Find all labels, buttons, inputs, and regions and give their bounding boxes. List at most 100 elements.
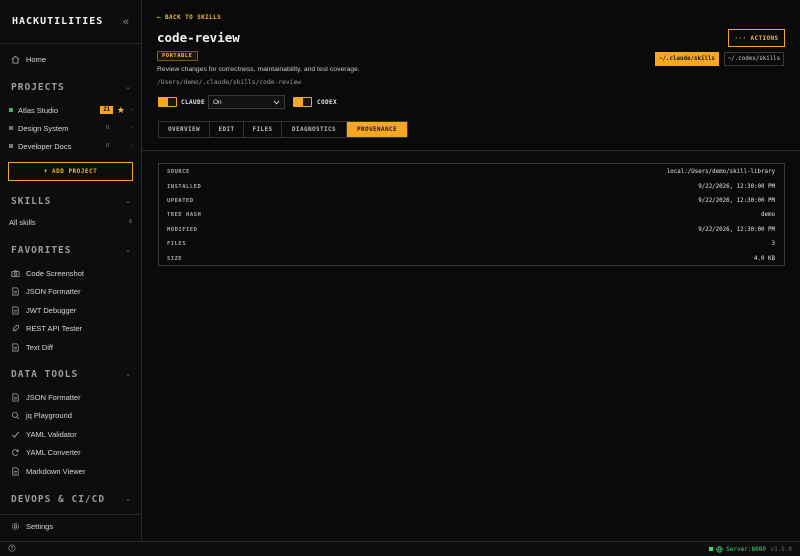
toggle-knob bbox=[168, 98, 176, 106]
row-key: FILES bbox=[167, 241, 187, 248]
sidebar-item-label: JSON Formatter bbox=[26, 392, 81, 402]
row-key: TREE HASH bbox=[167, 212, 202, 219]
row-value: local:/Users/demo/skill-library bbox=[666, 169, 775, 176]
sidebar-item-all-skills[interactable]: All skills 6 bbox=[0, 214, 141, 230]
refresh-icon bbox=[10, 447, 20, 457]
collapse-sidebar-icon[interactable]: « bbox=[123, 16, 129, 28]
row-key: SOURCE bbox=[167, 169, 190, 176]
server-status-dot bbox=[709, 547, 714, 551]
section-header-devops[interactable]: DEVOPS & CI/CD ⌄ bbox=[0, 491, 141, 507]
project-item[interactable]: Design System 0 › bbox=[0, 120, 141, 136]
table-row: FILES 3 bbox=[159, 237, 784, 251]
status-bar: Server:8080 v3.5.0 bbox=[0, 541, 800, 556]
tab-files[interactable]: FILES bbox=[244, 122, 282, 137]
row-value: 3 bbox=[771, 241, 776, 248]
sidebar-item-rest-api-tester[interactable]: REST API Tester bbox=[0, 319, 141, 337]
app-brand: HACKUTILITIES bbox=[12, 16, 104, 27]
row-value: 9/22/2026, 12:30:00 PM bbox=[698, 197, 775, 204]
sidebar-item-label: JWT Debugger bbox=[26, 305, 77, 315]
table-row: SIZE 4.0 KB bbox=[159, 251, 784, 265]
rocket-icon bbox=[10, 323, 20, 333]
section-header-projects[interactable]: PROJECTS ⌄ bbox=[0, 79, 141, 95]
sidebar-item-jwt-debugger[interactable]: JWT Debugger bbox=[0, 301, 141, 319]
actions-button[interactable]: ··· ACTIONS bbox=[728, 29, 785, 47]
file-icon bbox=[10, 342, 20, 352]
tab-diagnostics[interactable]: DIAGNOSTICS bbox=[282, 122, 347, 137]
chevron-down-icon: ⌄ bbox=[125, 371, 131, 378]
sidebar-item-label: jq Playground bbox=[26, 410, 72, 420]
project-count: 0 bbox=[105, 143, 109, 149]
sidebar-item-settings[interactable]: Settings bbox=[0, 517, 141, 535]
sidebar-item-text-diff[interactable]: Text Diff bbox=[0, 338, 141, 356]
gear-icon bbox=[10, 521, 20, 531]
sidebar-item-jq-playground[interactable]: jq Playground bbox=[0, 406, 141, 424]
section-header-data-tools[interactable]: DATA TOOLS ⌄ bbox=[0, 366, 141, 382]
row-value: 4.0 KB bbox=[754, 255, 775, 262]
main-content: ← BACK TO SKILLS code-review PORTABLE Re… bbox=[142, 0, 800, 541]
chevron-down-icon: ⌄ bbox=[125, 198, 131, 205]
section-header-skills[interactable]: SKILLS ⌄ bbox=[0, 193, 141, 209]
sidebar-item-label: YAML Converter bbox=[26, 447, 81, 457]
app-version: v3.5.0 bbox=[770, 545, 792, 553]
table-row: INSTALLED 9/22/2026, 12:30:00 PM bbox=[159, 179, 784, 193]
sidebar-item-yaml-validator[interactable]: YAML Validator bbox=[0, 425, 141, 443]
chevron-down-icon: ⌄ bbox=[125, 247, 131, 254]
skills-count: 6 bbox=[128, 219, 132, 225]
back-to-skills-link[interactable]: ← BACK TO SKILLS bbox=[157, 14, 221, 21]
section-title: DEVOPS & CI/CD bbox=[11, 493, 106, 505]
toggle-knob bbox=[303, 98, 311, 106]
sidebar-item-home[interactable]: Home bbox=[0, 50, 141, 68]
chevron-right-icon[interactable]: › bbox=[131, 143, 133, 149]
sidebar-item-markdown-viewer[interactable]: Markdown Viewer bbox=[0, 462, 141, 480]
section-title: FAVORITES bbox=[11, 244, 72, 256]
file-icon bbox=[10, 305, 20, 315]
section-title: DATA TOOLS bbox=[11, 368, 79, 380]
tab-edit[interactable]: EDIT bbox=[210, 122, 244, 137]
project-item[interactable]: Developer Docs 0 › bbox=[0, 138, 141, 154]
codex-toggle[interactable] bbox=[293, 97, 312, 107]
sidebar-item-json-formatter[interactable]: JSON Formatter bbox=[0, 282, 141, 300]
section-header-favorites[interactable]: FAVORITES ⌄ bbox=[0, 242, 141, 258]
sidebar-item-yaml-converter[interactable]: YAML Converter bbox=[0, 443, 141, 461]
row-key: SIZE bbox=[167, 255, 183, 262]
chevron-right-icon[interactable]: › bbox=[131, 125, 133, 131]
claude-label: CLAUDE bbox=[181, 99, 206, 106]
claude-mode-select[interactable]: On bbox=[208, 95, 285, 109]
sidebar-item-label: YAML Validator bbox=[26, 429, 77, 439]
search-icon bbox=[10, 410, 20, 420]
select-value: On bbox=[213, 98, 222, 106]
sidebar-item-label: Text Diff bbox=[26, 342, 53, 352]
sidebar-item-code-screenshot[interactable]: Code Screenshot bbox=[0, 264, 141, 282]
codex-skills-path-button[interactable]: ~/.codex/skills bbox=[724, 52, 784, 66]
star-icon[interactable]: ★ bbox=[117, 105, 125, 116]
row-value: demo bbox=[761, 212, 775, 219]
section-title: PROJECTS bbox=[11, 81, 65, 93]
tab-provenance[interactable]: PROVENANCE bbox=[347, 122, 407, 137]
row-key: UPDATED bbox=[167, 197, 194, 204]
sidebar-item-label: Settings bbox=[26, 521, 54, 531]
add-project-button[interactable]: + ADD PROJECT bbox=[8, 162, 133, 181]
row-value: 9/22/2026, 12:30:00 PM bbox=[698, 226, 775, 233]
sidebar-item-json-formatter[interactable]: JSON Formatter bbox=[0, 388, 141, 406]
sidebar-item-label: Home bbox=[26, 54, 47, 64]
sidebar-item-label: REST API Tester bbox=[26, 323, 82, 333]
help-icon[interactable] bbox=[8, 544, 16, 554]
tab-overview[interactable]: OVERVIEW bbox=[159, 122, 210, 137]
row-value: 9/22/2026, 12:30:00 PM bbox=[698, 183, 775, 190]
server-status[interactable]: Server:8080 bbox=[709, 546, 766, 553]
codex-label: CODEX bbox=[317, 99, 338, 106]
claude-skills-path-button[interactable]: ~/.claude/skills bbox=[655, 52, 719, 66]
skill-path: /Users/demo/.claude/skills/code-review bbox=[157, 79, 302, 86]
claude-toggle[interactable] bbox=[158, 97, 177, 107]
table-row: MODIFIED 9/22/2026, 12:30:00 PM bbox=[159, 223, 784, 237]
file-icon bbox=[10, 466, 20, 476]
sidebar: HACKUTILITIES « Home PROJECTS ⌄ Atlas St… bbox=[0, 0, 142, 541]
chevron-down-icon: ⌄ bbox=[125, 496, 131, 503]
chevron-right-icon[interactable]: › bbox=[131, 107, 133, 113]
table-row: SOURCE local:/Users/demo/skill-library bbox=[159, 165, 784, 179]
chevron-down-icon: ⌄ bbox=[125, 84, 131, 91]
server-label: Server:8080 bbox=[726, 545, 766, 553]
row-key: MODIFIED bbox=[167, 226, 198, 233]
project-status-dot bbox=[9, 144, 13, 148]
project-item[interactable]: Atlas Studio 21 ★ › bbox=[0, 102, 141, 118]
